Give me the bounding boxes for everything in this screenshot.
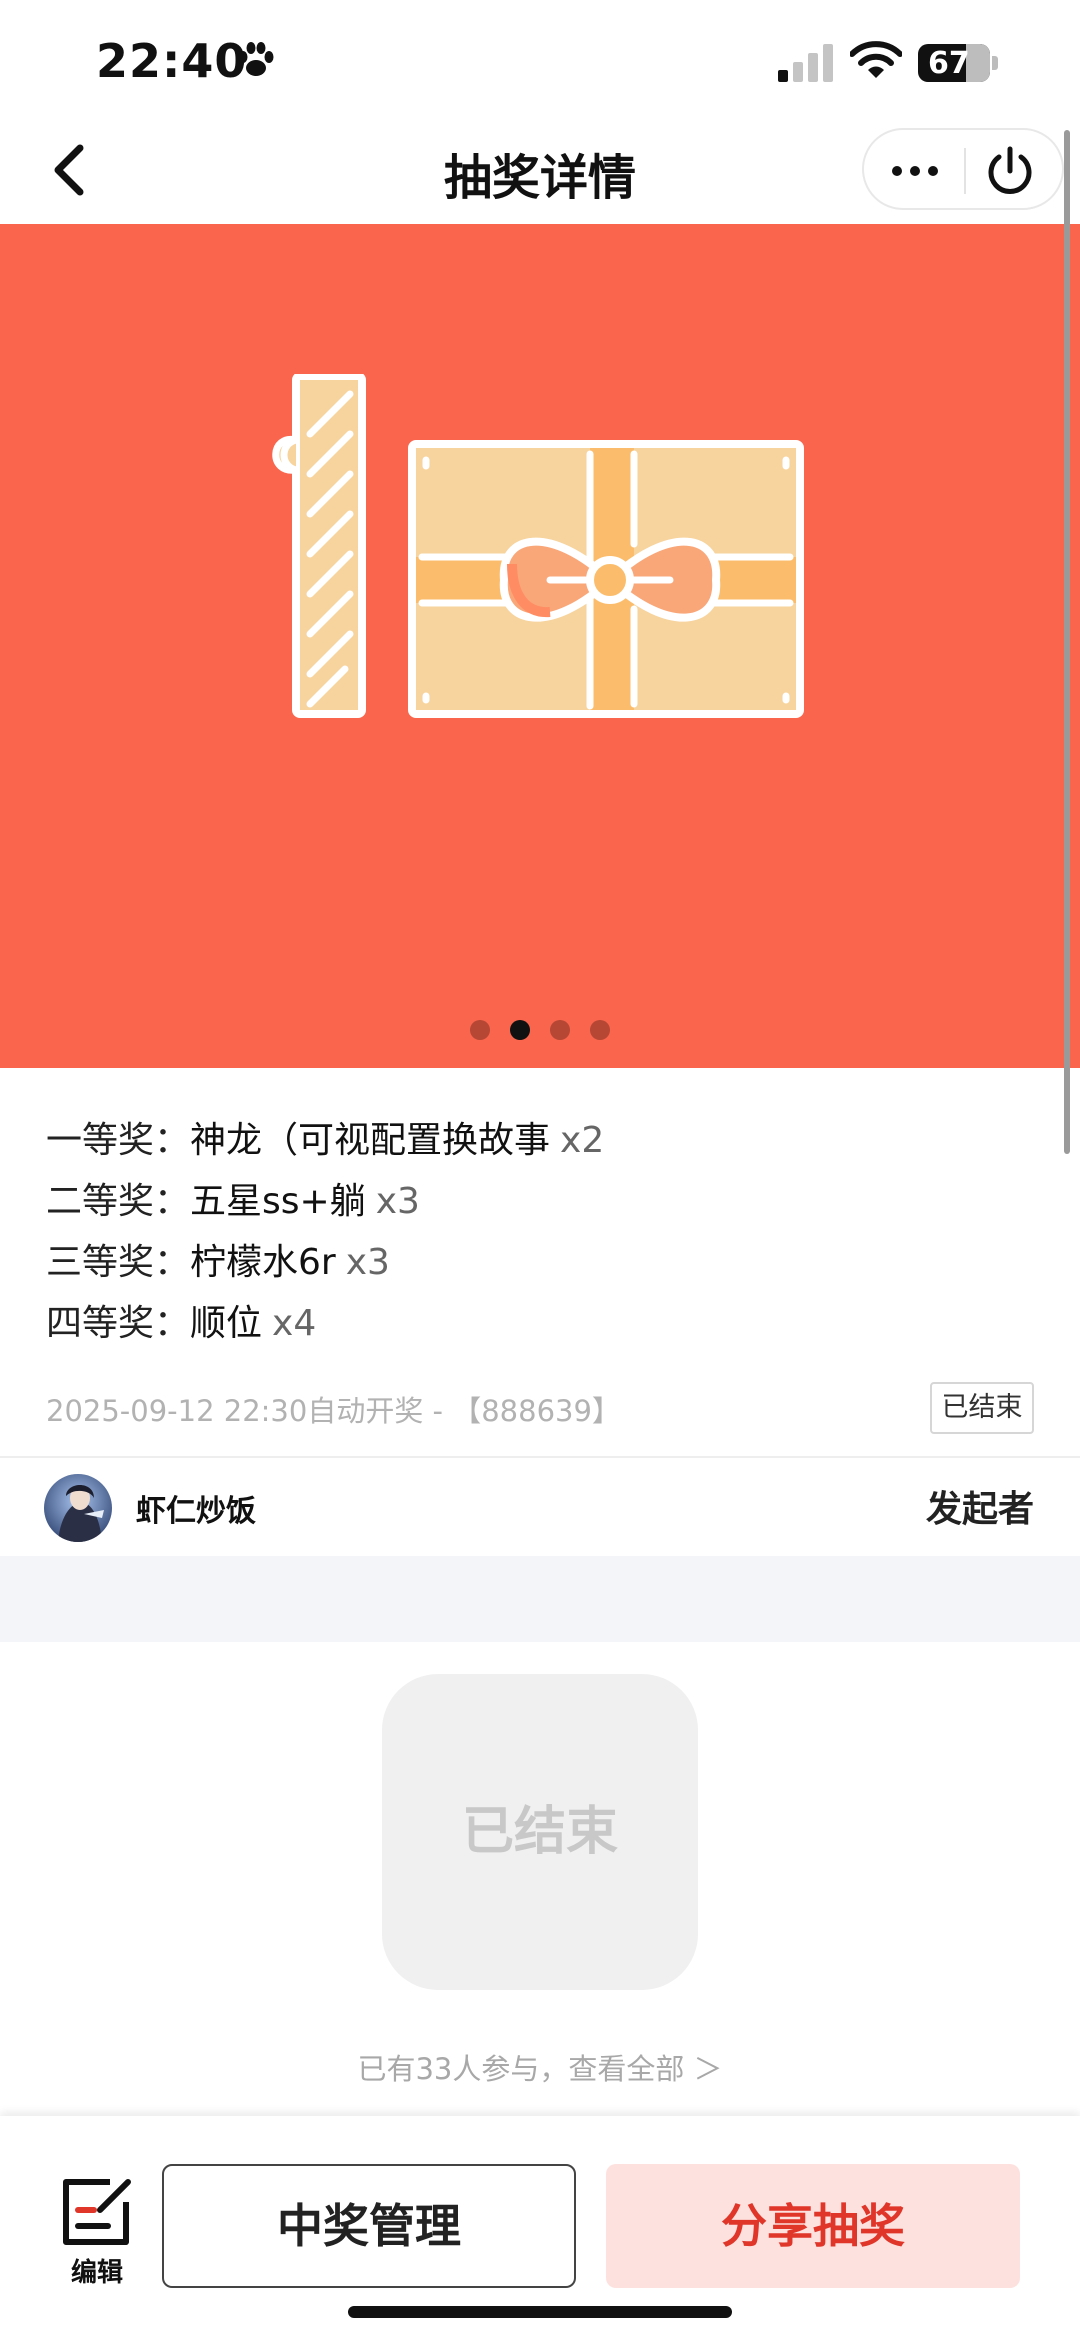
carousel-dot[interactable] [470,1020,490,1040]
prize-level: 三等奖： [46,1242,191,1283]
battery-tip [992,56,998,70]
close-power-icon[interactable] [982,144,1038,200]
draw-time-info: 2025-09-12 22:30自动开奖 - 【888639】 [46,1394,621,1428]
battery-indicator: 67 [918,44,998,82]
prize-row: 三等奖：柠檬水6r x3 [46,1232,1046,1293]
prize-level: 四等奖： [46,1303,191,1344]
status-time: 22:40 [96,34,248,88]
page-scrollbar[interactable] [1064,130,1070,1154]
more-options-icon[interactable] [884,148,946,194]
carousel-dot[interactable] [550,1020,570,1040]
prize-level: 二等奖： [46,1181,191,1222]
prize-name: 柠檬水6r [190,1242,336,1283]
initiator-name: 虾仁炒饭 [136,1494,256,1529]
initiator-role-label: 发起者 [925,1489,1034,1530]
gift-box-image [272,374,804,718]
paw-icon [238,42,274,76]
navigation-bar: 抽奖详情 [0,120,1080,224]
prize-name: 顺位 [190,1303,263,1344]
bottom-action-bar: 编辑 中奖管理 分享抽奖 [0,2116,1080,2337]
initiator-row[interactable]: 虾仁炒饭 发起者 [0,1458,1080,1556]
share-lottery-button[interactable]: 分享抽奖 [606,2164,1020,2288]
mini-program-capsule [862,128,1064,210]
carousel-dot[interactable] [590,1020,610,1040]
wifi-icon [850,41,902,78]
draw-status-button[interactable]: 已结束 [382,1674,698,1990]
capsule-divider [964,148,966,194]
prize-row: 四等奖：顺位 x4 [46,1293,1046,1354]
cellular-signal-icon [778,44,833,82]
avatar[interactable] [44,1474,112,1542]
prize-name: 神龙（可视配置换故事 [190,1120,551,1161]
prize-count: x3 [375,1181,420,1222]
participants-link[interactable]: 已有33人参与，查看全部 ＞ [0,2046,1080,2088]
prize-banner[interactable] [0,224,1080,1068]
status-bar: 22:40 67 [0,0,1080,120]
edit-button[interactable]: 编辑 [52,2176,142,2296]
edit-icon [63,2179,131,2245]
winner-management-button[interactable]: 中奖管理 [162,2164,576,2288]
prize-count: x4 [272,1303,317,1344]
battery-level: 67 [928,46,970,81]
status-badge: 已结束 [930,1382,1034,1434]
prize-level: 一等奖： [46,1120,191,1161]
carousel-indicator [0,1020,1080,1040]
prize-list: 一等奖：神龙（可视配置换故事 x2 二等奖：五星ss+躺 x3 三等奖：柠檬水6r x… [46,1110,1046,1354]
home-indicator[interactable] [348,2306,732,2318]
prize-row: 一等奖：神龙（可视配置换故事 x2 [46,1110,1046,1171]
prize-row: 二等奖：五星ss+躺 x3 [46,1171,1046,1232]
edit-label: 编辑 [70,2258,123,2288]
prize-count: x3 [345,1242,390,1283]
section-separator [0,1556,1080,1642]
prize-count: x2 [560,1120,605,1161]
carousel-dot-active[interactable] [510,1020,530,1040]
prize-name: 五星ss+躺 [190,1181,366,1222]
